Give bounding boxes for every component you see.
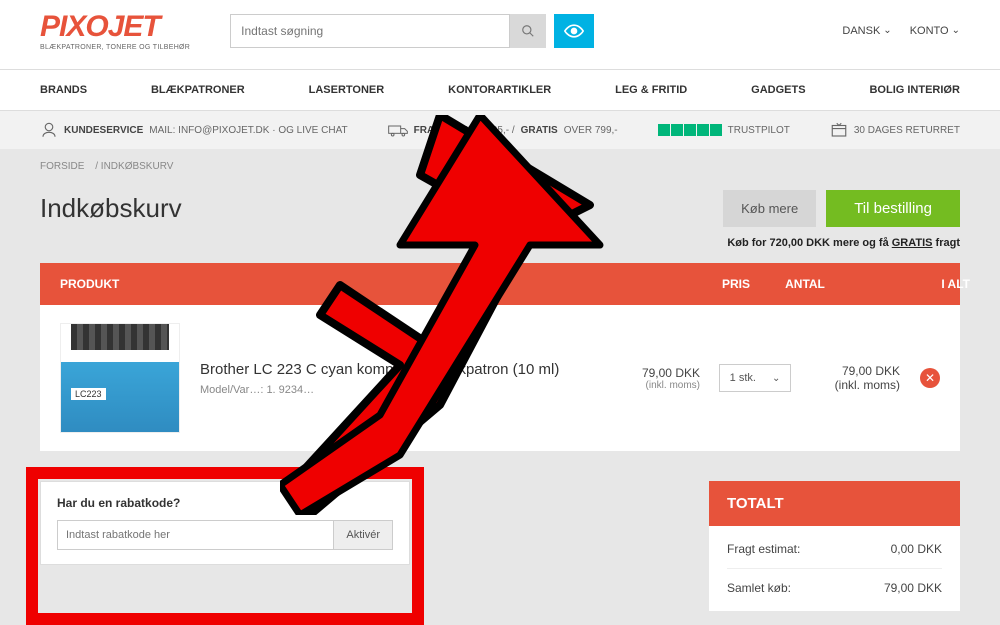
nav-ink[interactable]: BLÆKPATRONER: [151, 84, 245, 96]
freeship-pre: Køb for 720,00 DKK mere og få: [727, 237, 891, 249]
free-shipping-notice: Køb for 720,00 DKK mere og få GRATIS fra…: [0, 231, 1000, 263]
price-vat: (inkl. moms): [600, 380, 700, 391]
search-input[interactable]: [230, 14, 510, 48]
col-qty: ANTAL: [750, 277, 860, 291]
product-model: Model/Var…: 1. 9234…: [200, 384, 600, 396]
product-name[interactable]: Brother LC 223 C cyan kompatibel blækpat…: [200, 361, 600, 378]
shipping-info: FRAGT KUN 28,95,- / GRATIS OVER 799,-: [388, 123, 618, 137]
col-price: PRIS: [650, 277, 750, 291]
sum-value: 79,00 DKK: [884, 581, 942, 595]
quantity-select[interactable]: 1 stk. ⌄: [719, 364, 792, 392]
headset-icon: [40, 121, 58, 139]
nav-home[interactable]: BOLIG INTERIØR: [869, 84, 959, 96]
ship-estimate-label: Fragt estimat:: [727, 542, 800, 556]
qty-value: 1 stk.: [730, 372, 756, 384]
promo-code-box: Har du en rabatkode? Aktivér: [40, 481, 410, 565]
chevron-down-icon: ⌄: [772, 373, 780, 384]
service-label: KUNDESERVICE: [64, 125, 143, 136]
close-icon: ✕: [925, 371, 935, 385]
freeship-post: fragt: [933, 237, 961, 249]
continue-shopping-button[interactable]: Køb mere: [723, 190, 816, 227]
account-label: KONTO: [910, 25, 949, 37]
total-vat: (inkl. moms): [810, 378, 900, 392]
logo-text: PIXOJET: [40, 10, 190, 44]
ship-over: OVER 799,-: [564, 125, 618, 136]
language-label: DANSK: [842, 25, 880, 37]
returns-label: 30 DAGES RETURRET: [854, 125, 960, 136]
crumb-current: INDKØBSKURV: [101, 161, 174, 172]
remove-item-button[interactable]: ✕: [920, 368, 940, 388]
search-button[interactable]: [510, 14, 546, 48]
search-form: [230, 14, 594, 48]
service-text: MAIL: INFO@PIXOJET.DK · OG LIVE CHAT: [149, 125, 347, 136]
return-icon: [830, 121, 848, 139]
page-title: Indkøbskurv: [40, 193, 182, 224]
cart-row: Brother LC 223 C cyan kompatibel blækpat…: [40, 305, 960, 451]
freeship-word: GRATIS: [892, 237, 933, 249]
crumb-home[interactable]: FORSIDE: [40, 161, 84, 172]
eye-icon: [564, 24, 584, 38]
checkout-button[interactable]: Til bestilling: [826, 190, 960, 227]
nav-play[interactable]: LEG & FRITID: [615, 84, 687, 96]
ship-free: GRATIS: [521, 125, 558, 136]
truck-icon: [388, 123, 408, 137]
account-menu[interactable]: KONTO⌄: [910, 25, 960, 37]
accessibility-button[interactable]: [554, 14, 594, 48]
col-product: PRODUKT: [60, 277, 650, 291]
promo-apply-button[interactable]: Aktivér: [334, 520, 393, 550]
crumb-sep: /: [95, 161, 98, 172]
trust-label: TRUSTPILOT: [728, 125, 790, 136]
stars-icon: [658, 124, 722, 136]
main-nav: BRANDS BLÆKPATRONER LASERTONER KONTORART…: [0, 70, 1000, 111]
chevron-down-icon: ⌄: [883, 25, 891, 36]
totals-header: TOTALT: [709, 481, 960, 526]
customer-service: KUNDESERVICE MAIL: INFO@PIXOJET.DK · OG …: [40, 121, 348, 139]
nav-office[interactable]: KONTORARTIKLER: [448, 84, 551, 96]
ship-text: KUN 28,95,- /: [454, 125, 515, 136]
returns-info: 30 DAGES RETURRET: [830, 121, 960, 139]
ship-label: FRAGT: [414, 125, 448, 136]
info-bar: KUNDESERVICE MAIL: INFO@PIXOJET.DK · OG …: [0, 111, 1000, 149]
promo-code-input[interactable]: [57, 520, 334, 550]
sum-label: Samlet køb:: [727, 581, 791, 595]
price-value: 79,00 DKK: [600, 366, 700, 380]
language-selector[interactable]: DANSK⌄: [842, 25, 891, 37]
product-image[interactable]: [60, 323, 180, 433]
breadcrumb: FORSIDE / INDKØBSKURV: [0, 149, 1000, 184]
nav-gadgets[interactable]: GADGETS: [751, 84, 805, 96]
unit-price: 79,00 DKK (inkl. moms): [600, 366, 700, 391]
nav-brands[interactable]: BRANDS: [40, 84, 87, 96]
ship-estimate-value: 0,00 DKK: [891, 542, 942, 556]
chevron-down-icon: ⌄: [952, 25, 960, 36]
total-value: 79,00 DKK: [810, 364, 900, 378]
logo[interactable]: PIXOJET BLÆKPATRONER, TONERE OG TILBEHØR: [40, 10, 190, 51]
search-icon: [521, 24, 535, 38]
trustpilot[interactable]: TRUSTPILOT: [658, 124, 790, 136]
logo-tagline: BLÆKPATRONER, TONERE OG TILBEHØR: [40, 44, 190, 51]
col-total: I ALT: [860, 277, 970, 291]
cart-table: PRODUKT PRIS ANTAL I ALT Brother LC 223 …: [40, 263, 960, 451]
nav-laser[interactable]: LASERTONER: [309, 84, 385, 96]
promo-title: Har du en rabatkode?: [57, 496, 393, 510]
line-total: 79,00 DKK (inkl. moms): [810, 364, 900, 392]
totals-box: TOTALT Fragt estimat: 0,00 DKK Samlet kø…: [709, 481, 960, 611]
